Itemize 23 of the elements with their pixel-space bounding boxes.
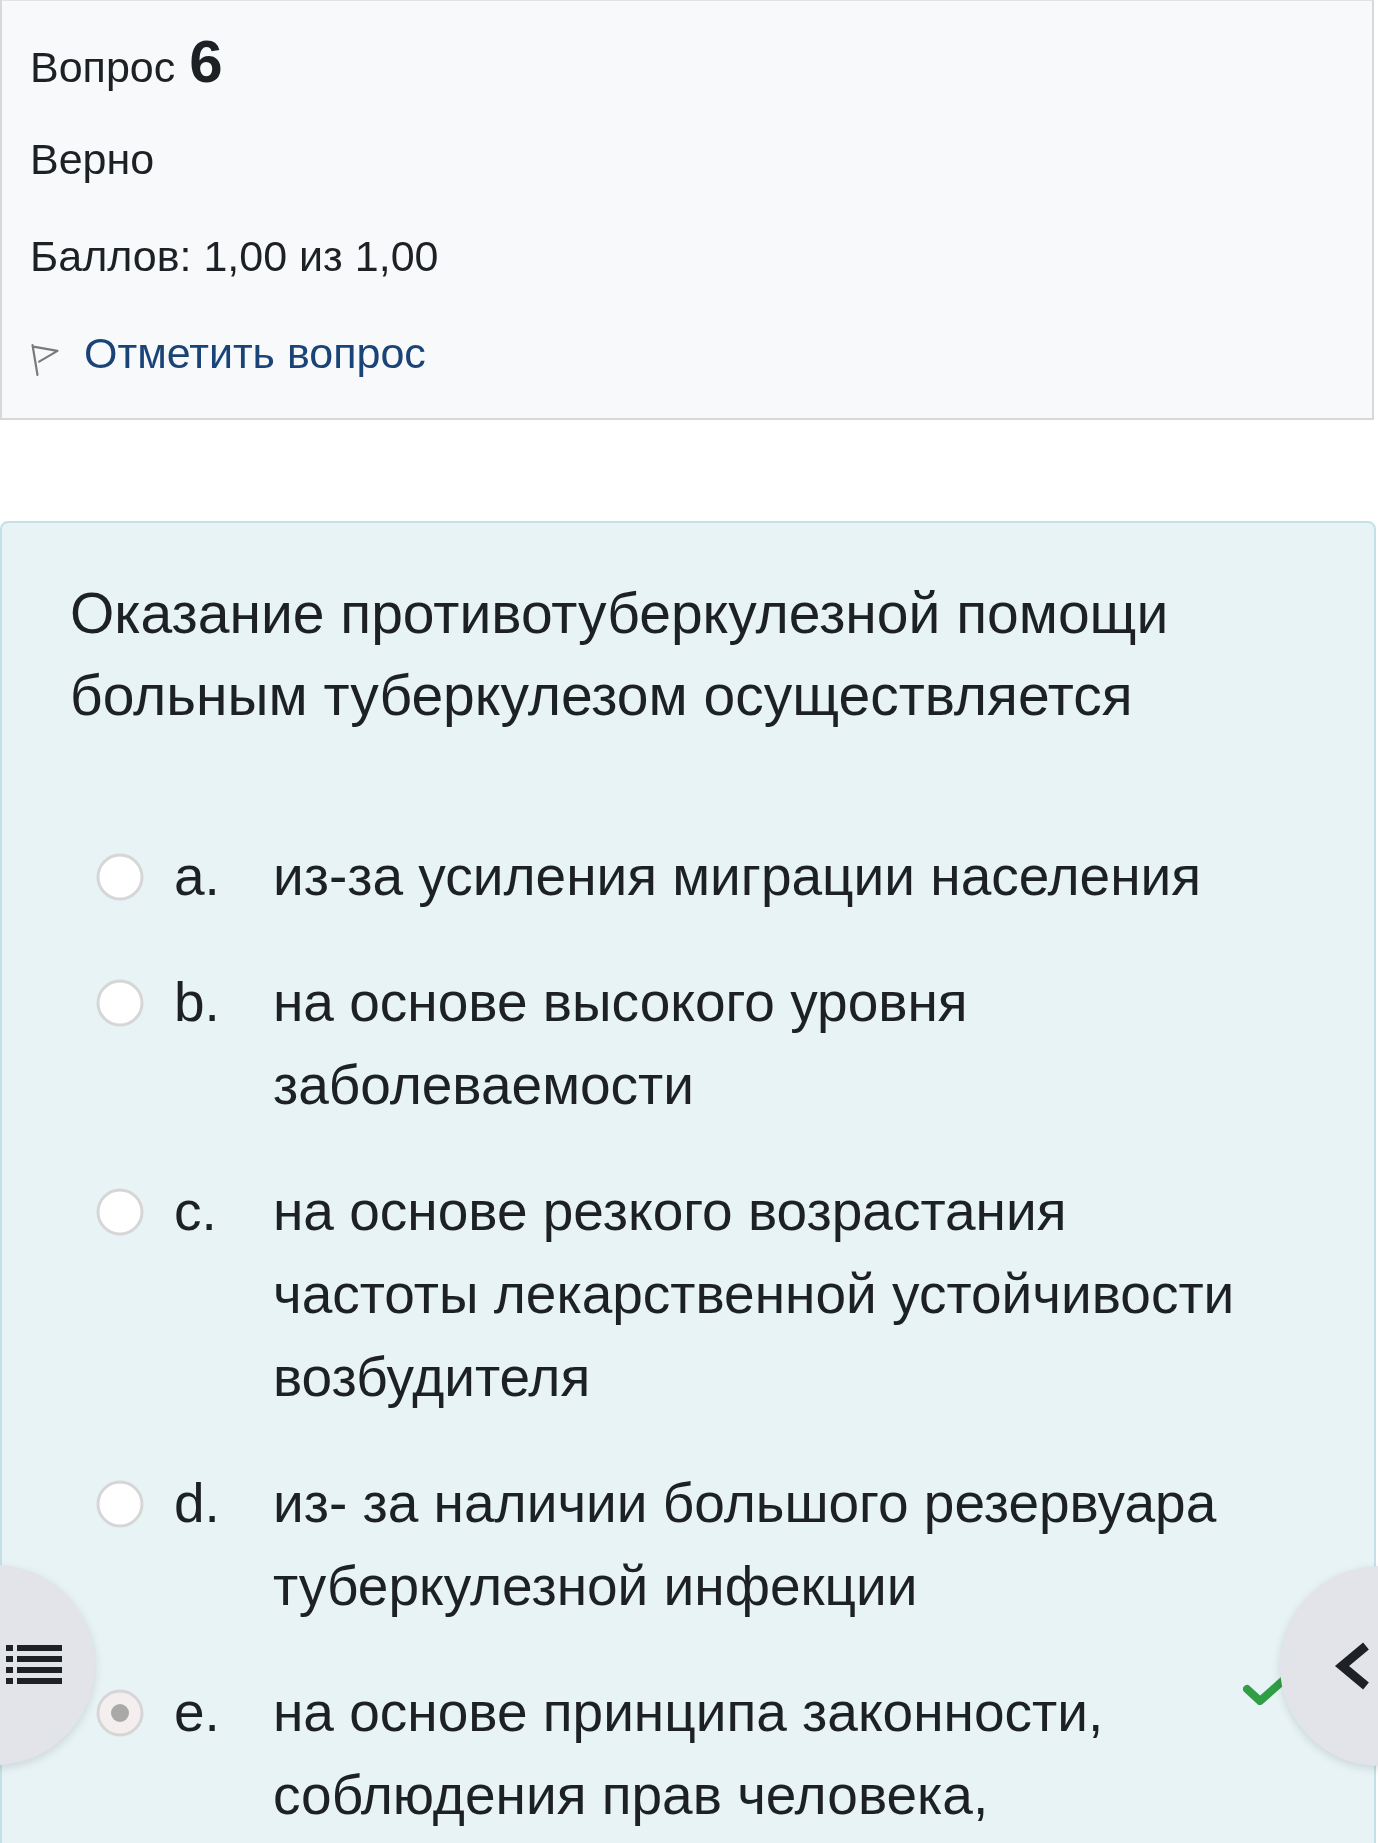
radio-button[interactable] (96, 1480, 144, 1528)
radio-button[interactable] (96, 1188, 144, 1236)
option-text[interactable]: на основе высокого уровня заболеваемости (273, 961, 1243, 1127)
option-text[interactable]: на основе принципа законности, соблюдения прав человека, (273, 1671, 1243, 1837)
option-text[interactable]: на основе резкого возрастания частоты лекарственной устойчивости возбудителя (273, 1170, 1243, 1419)
option-letter: d. (174, 1471, 221, 1536)
chevron-left-icon (1334, 1641, 1372, 1691)
question-label: Вопрос (30, 42, 176, 93)
radio-button[interactable] (96, 979, 144, 1027)
radio-button[interactable] (96, 853, 144, 901)
option-letter: a. (174, 844, 221, 909)
option-text[interactable]: из-за усиления миграции населения (273, 835, 1243, 918)
flag-question-link[interactable]: Отметить вопрос (84, 324, 426, 382)
option-letter: e. (174, 1680, 221, 1745)
question-number: 6 (189, 33, 223, 91)
option-letter: b. (174, 970, 221, 1035)
question-grade: Баллов: 1,00 из 1,00 (30, 232, 439, 280)
option-text[interactable]: из- за наличии большого резервуара туберкулезной инфекции (273, 1462, 1243, 1628)
option-letter: c. (174, 1179, 218, 1244)
radio-button[interactable] (96, 1689, 144, 1737)
question-text: Оказание противотуберкулезной помощи больным туберкулезом осуществляется (70, 580, 1170, 729)
list-icon (6, 1643, 62, 1687)
question-state: Верно (30, 135, 155, 183)
